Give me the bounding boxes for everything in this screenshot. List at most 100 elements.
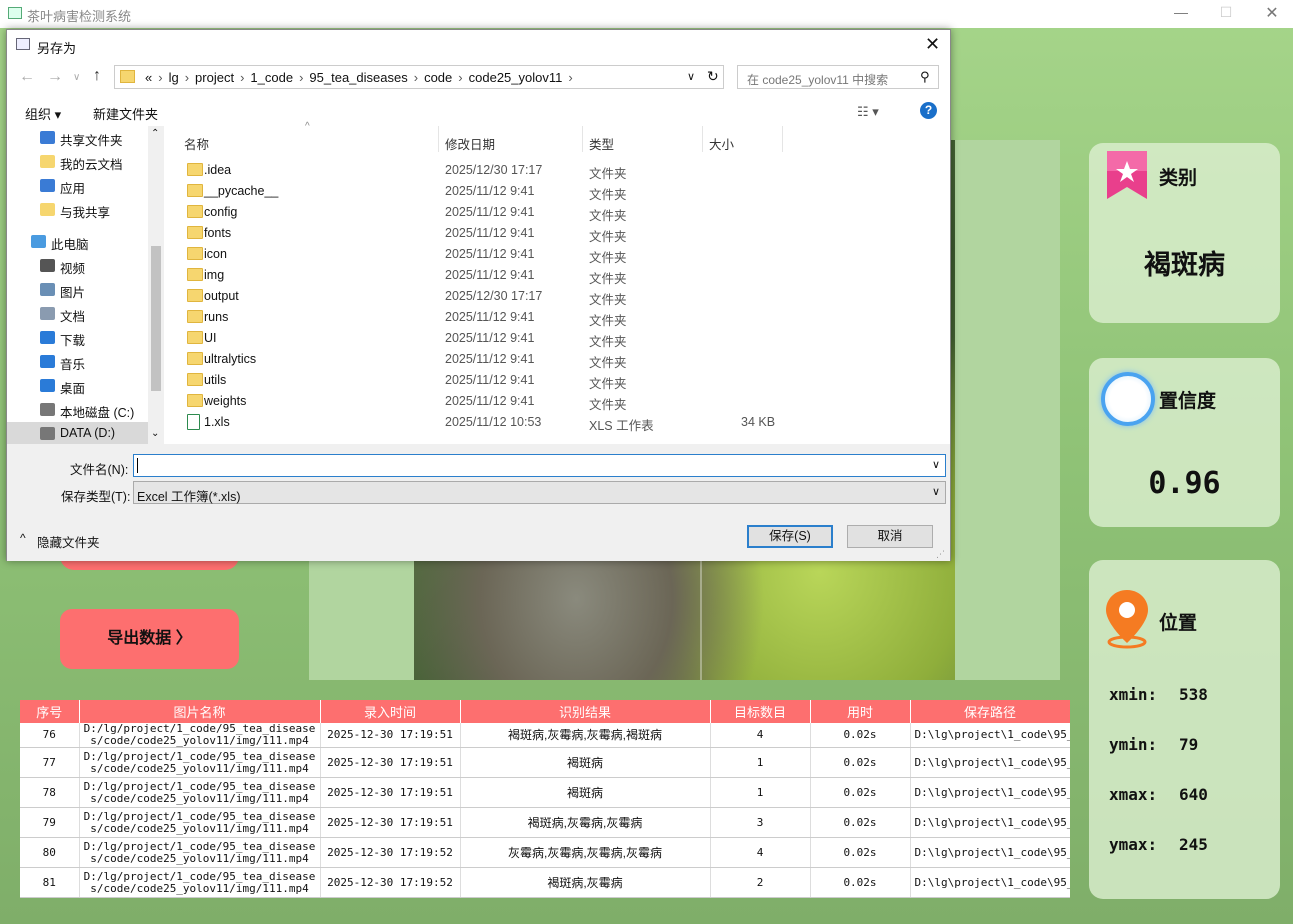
filename-input[interactable]: ∨ [133, 454, 946, 477]
header-cell[interactable]: 保存路径 [910, 700, 1070, 723]
up-arrow-icon[interactable]: ↑ [93, 67, 101, 85]
table-cell-id[interactable]: 79 [20, 807, 80, 838]
table-cell-time[interactable]: 2025-12-30 17:19:51 [320, 747, 461, 778]
breadcrumb-item[interactable]: lg [169, 70, 179, 85]
nav-scrollbar-thumb[interactable] [151, 246, 161, 391]
filetype-dropdown-icon[interactable]: ∨ [932, 485, 940, 498]
file-row[interactable]: weights 2025/11/12 9:41 文件夹 [164, 391, 950, 412]
column-date[interactable]: 修改日期 [445, 134, 495, 153]
table-cell-path[interactable]: D:\lg\project\1_code\95_t… [910, 723, 1070, 748]
table-cell-count[interactable]: 4 [710, 723, 811, 748]
breadcrumb-item[interactable]: 1_code [250, 70, 293, 85]
table-cell-name[interactable]: D:/lg/project/1_code/95_tea_diseases/cod… [79, 867, 321, 898]
table-cell-used[interactable]: 0.02s [810, 723, 911, 748]
scroll-up-icon[interactable]: ⌃ [151, 128, 159, 139]
table-row[interactable]: 76 D:/lg/project/1_code/95_tea_diseases/c… [20, 723, 1070, 748]
save-button[interactable]: 保存(S) [747, 525, 833, 548]
filename-dropdown-icon[interactable]: ∨ [932, 458, 940, 471]
export-data-button[interactable]: 导出数据 〉 [60, 609, 239, 669]
table-cell-count[interactable]: 2 [710, 867, 811, 898]
file-row[interactable]: config 2025/11/12 9:41 文件夹 [164, 202, 950, 223]
header-cell[interactable]: 序号 [20, 700, 80, 723]
nav-item[interactable]: 桌面 [7, 374, 148, 396]
minimize-button[interactable]: — [1166, 4, 1196, 20]
back-arrow-icon[interactable]: ← [19, 68, 35, 86]
chevron-up-icon[interactable]: ^ [20, 531, 26, 545]
header-cell[interactable]: 图片名称 [79, 700, 321, 723]
nav-item[interactable]: 与我共享 [7, 198, 148, 220]
file-row[interactable]: utils 2025/11/12 9:41 文件夹 [164, 370, 950, 391]
nav-item[interactable]: 我的云文档 [7, 150, 148, 172]
table-cell-path[interactable]: D:\lg\project\1_code\95_t… [910, 777, 1070, 808]
view-options-icon[interactable]: ☷ ▾ [857, 104, 879, 120]
column-name[interactable]: 名称 [184, 134, 209, 153]
table-cell-result[interactable]: 褐斑病 [460, 747, 711, 778]
breadcrumb-separator-icon[interactable]: › [458, 70, 462, 85]
table-row[interactable]: 78 D:/lg/project/1_code/95_tea_diseases/c… [20, 777, 1070, 808]
table-cell-result[interactable]: 褐斑病 [460, 777, 711, 808]
table-cell-name[interactable]: D:/lg/project/1_code/95_tea_diseases/cod… [79, 723, 321, 748]
file-row[interactable]: 1.xls 2025/11/12 10:53 XLS 工作表 34 KB [164, 412, 950, 433]
breadcrumb-separator-icon[interactable]: › [185, 70, 189, 85]
header-cell[interactable]: 用时 [810, 700, 911, 723]
table-cell-used[interactable]: 0.02s [810, 837, 911, 868]
file-row[interactable]: fonts 2025/11/12 9:41 文件夹 [164, 223, 950, 244]
nav-item[interactable]: 文档 [7, 302, 148, 324]
hide-folders-toggle[interactable]: 隐藏文件夹 [37, 532, 100, 551]
file-row[interactable]: img 2025/11/12 9:41 文件夹 [164, 265, 950, 286]
file-row[interactable]: icon 2025/11/12 9:41 文件夹 [164, 244, 950, 265]
breadcrumb-item[interactable]: code25_yolov11 [469, 70, 563, 85]
breadcrumb-item[interactable]: 95_tea_diseases [309, 70, 407, 85]
nav-item[interactable]: 共享文件夹 [7, 126, 148, 148]
breadcrumb-item[interactable]: « [145, 70, 152, 85]
table-cell-name[interactable]: D:/lg/project/1_code/95_tea_diseases/cod… [79, 837, 321, 868]
close-button[interactable]: ✕ [1257, 3, 1287, 23]
nav-item[interactable]: 本地磁盘 (C:) [7, 398, 148, 420]
breadcrumb-item[interactable]: project [195, 70, 234, 85]
nav-item[interactable]: 图片 [7, 278, 148, 300]
nav-item[interactable]: 视频 [7, 254, 148, 276]
file-row[interactable]: output 2025/12/30 17:17 文件夹 [164, 286, 950, 307]
new-folder-button[interactable]: 新建文件夹 [93, 104, 158, 123]
table-cell-result[interactable]: 褐斑病,灰霉病,灰霉病,褐斑病 [460, 723, 711, 748]
forward-arrow-icon[interactable]: → [47, 68, 63, 86]
header-cell[interactable]: 识别结果 [460, 700, 711, 723]
navigation-pane[interactable]: 共享文件夹 我的云文档 应用 与我共享 此电脑 视频 图片 文档 下载 音乐 桌面 本地磁盘 (C:)… [7, 126, 164, 444]
nav-item[interactable]: 音乐 [7, 350, 148, 372]
table-cell-time[interactable]: 2025-12-30 17:19:52 [320, 837, 461, 868]
file-row[interactable]: UI 2025/11/12 9:41 文件夹 [164, 328, 950, 349]
breadcrumb-separator-icon[interactable]: › [414, 70, 418, 85]
maximize-button[interactable]: ☐ [1211, 4, 1241, 21]
table-cell-id[interactable]: 78 [20, 777, 80, 808]
column-size[interactable]: 大小 [709, 134, 734, 153]
table-cell-path[interactable]: D:\lg\project\1_code\95_t… [910, 747, 1070, 778]
file-row[interactable]: .idea 2025/12/30 17:17 文件夹 [164, 160, 950, 181]
table-cell-time[interactable]: 2025-12-30 17:19:51 [320, 807, 461, 838]
breadcrumb-separator-icon[interactable]: › [299, 70, 303, 85]
table-cell-id[interactable]: 77 [20, 747, 80, 778]
file-list[interactable]: 名称 ^ 修改日期 类型 大小 .idea 2025/12/30 17:17 文件夹… [164, 121, 950, 444]
table-row[interactable]: 77 D:/lg/project/1_code/95_tea_diseases/c… [20, 747, 1070, 778]
address-bar[interactable]: « › lg › project › 1_code › 95_tea_diseases › code… [114, 65, 724, 89]
table-cell-time[interactable]: 2025-12-30 17:19:51 [320, 723, 461, 748]
scroll-down-icon[interactable]: ⌄ [151, 428, 159, 439]
table-cell-result[interactable]: 褐斑病,灰霉病,灰霉病 [460, 807, 711, 838]
cancel-button[interactable]: 取消 [847, 525, 933, 548]
breadcrumb-separator-icon[interactable]: › [240, 70, 244, 85]
table-cell-count[interactable]: 4 [710, 837, 811, 868]
breadcrumb-separator-icon[interactable]: › [568, 70, 572, 85]
search-box[interactable]: 在 code25_yolov11 中搜索 ⚲ [737, 65, 939, 89]
nav-item[interactable]: 下载 [7, 326, 148, 348]
table-cell-time[interactable]: 2025-12-30 17:19:52 [320, 867, 461, 898]
table-cell-result[interactable]: 灰霉病,灰霉病,灰霉病,灰霉病 [460, 837, 711, 868]
table-cell-count[interactable]: 3 [710, 807, 811, 838]
address-dropdown-icon[interactable]: ∨ [687, 70, 695, 83]
table-cell-used[interactable]: 0.02s [810, 867, 911, 898]
refresh-icon[interactable]: ↻ [707, 68, 719, 85]
table-row[interactable]: 80 D:/lg/project/1_code/95_tea_diseases/c… [20, 837, 1070, 868]
table-cell-path[interactable]: D:\lg\project\1_code\95_t… [910, 867, 1070, 898]
table-cell-count[interactable]: 1 [710, 777, 811, 808]
file-row[interactable]: ultralytics 2025/11/12 9:41 文件夹 [164, 349, 950, 370]
table-cell-result[interactable]: 褐斑病,灰霉病 [460, 867, 711, 898]
table-cell-count[interactable]: 1 [710, 747, 811, 778]
